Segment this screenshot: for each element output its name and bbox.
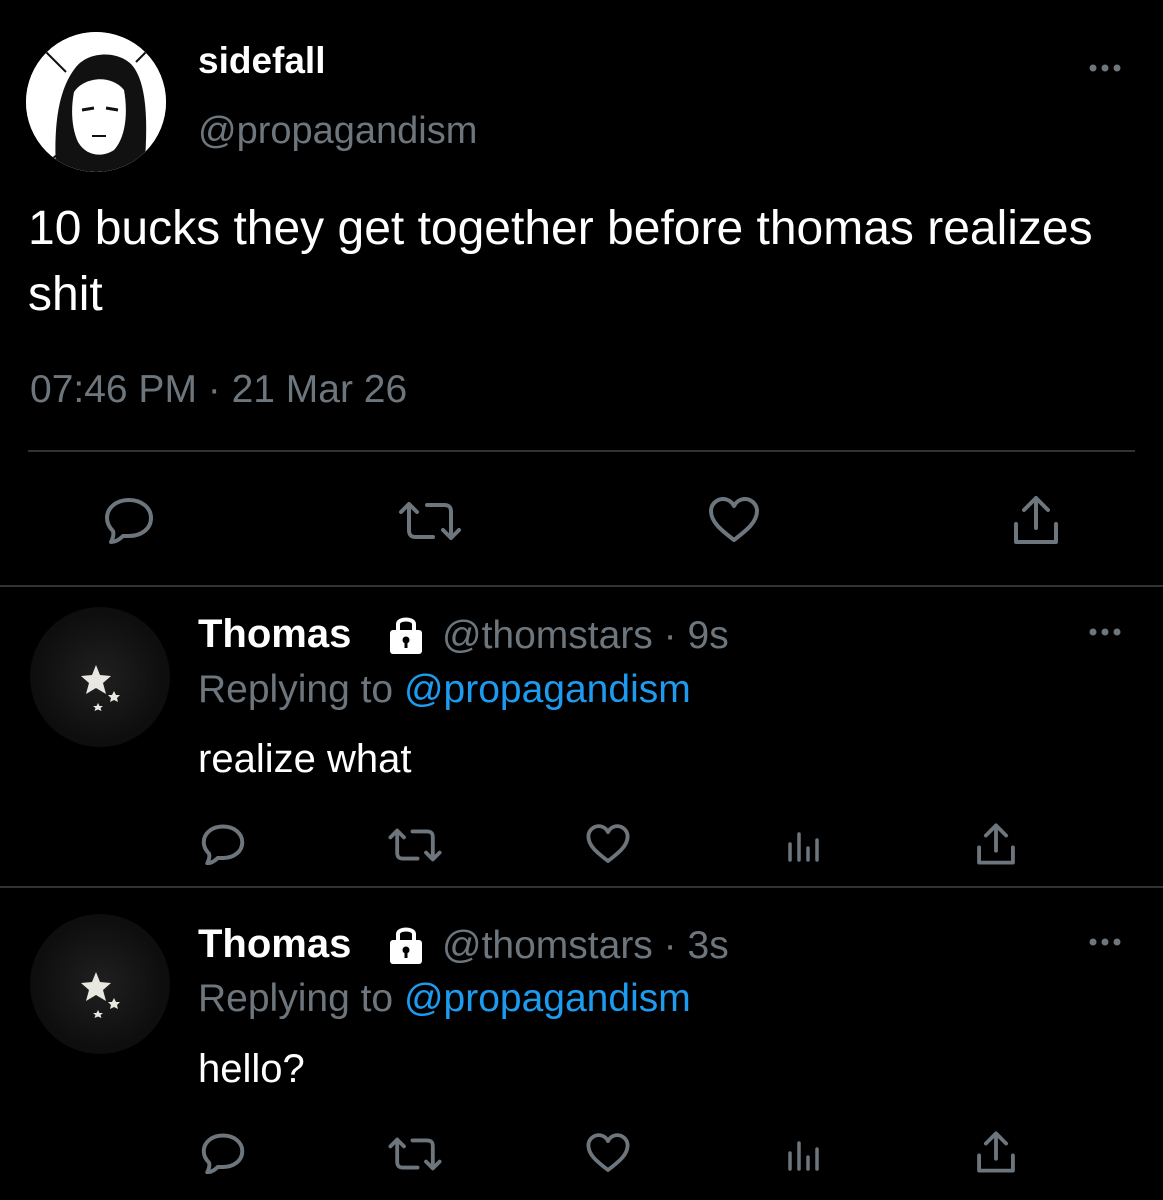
- avatar[interactable]: [26, 32, 166, 172]
- display-name[interactable]: sidefall: [198, 40, 326, 82]
- reply-icon[interactable]: [200, 1132, 246, 1174]
- replying-label: Replying to: [198, 977, 394, 1020]
- retweet-icon[interactable]: [387, 1136, 443, 1172]
- share-icon[interactable]: [1012, 494, 1060, 546]
- stars-icon: [81, 972, 120, 1018]
- more-dots-icon[interactable]: [1085, 58, 1125, 78]
- reply-icon[interactable]: [103, 496, 155, 544]
- retweet-icon[interactable]: [387, 827, 443, 863]
- avatar[interactable]: [30, 914, 170, 1054]
- divider: [0, 886, 1163, 888]
- avatar-illustration: [26, 32, 166, 172]
- display-name[interactable]: Thomas: [198, 612, 351, 657]
- tweet-text: 10 bucks they get together before thomas…: [28, 202, 1093, 321]
- lock-icon: [384, 922, 428, 966]
- user-handle[interactable]: @thomstars · 9s: [442, 614, 729, 658]
- analytics-icon[interactable]: [784, 1137, 824, 1171]
- replying-to: Replying to @propagandism: [198, 668, 691, 712]
- analytics-icon[interactable]: [784, 828, 824, 862]
- divider: [0, 585, 1163, 587]
- replying-label: Replying to: [198, 668, 394, 711]
- display-name[interactable]: Thomas: [198, 922, 351, 967]
- replying-to: Replying to @propagandism: [198, 977, 691, 1021]
- reply-icon[interactable]: [200, 823, 246, 865]
- share-icon[interactable]: [975, 822, 1017, 866]
- share-icon[interactable]: [975, 1130, 1017, 1174]
- time-separator: ·: [663, 924, 677, 967]
- divider: [28, 450, 1135, 452]
- stars-icon: [81, 665, 120, 711]
- like-icon[interactable]: [707, 496, 761, 544]
- reply-text: hello?: [198, 1047, 305, 1091]
- like-icon[interactable]: [585, 1132, 631, 1174]
- reply-text: realize what: [198, 737, 412, 781]
- lock-icon: [384, 612, 428, 656]
- tweet-timestamp[interactable]: 07:46 PM · 21 Mar 26: [30, 368, 407, 412]
- handle-text: @thomstars: [442, 614, 653, 657]
- time-separator: ·: [663, 614, 677, 657]
- like-icon[interactable]: [585, 823, 631, 865]
- replying-handle-link[interactable]: @propagandism: [404, 668, 691, 711]
- reply-time: 3s: [687, 924, 729, 967]
- user-handle[interactable]: @propagandism: [198, 110, 477, 153]
- reply-time: 9s: [687, 614, 729, 657]
- handle-text: @thomstars: [442, 924, 653, 967]
- retweet-icon[interactable]: [397, 500, 463, 542]
- replying-handle-link[interactable]: @propagandism: [404, 977, 691, 1020]
- more-dots-icon[interactable]: [1085, 932, 1125, 952]
- avatar[interactable]: [30, 607, 170, 747]
- user-handle[interactable]: @thomstars · 3s: [442, 924, 729, 968]
- more-dots-icon[interactable]: [1085, 622, 1125, 642]
